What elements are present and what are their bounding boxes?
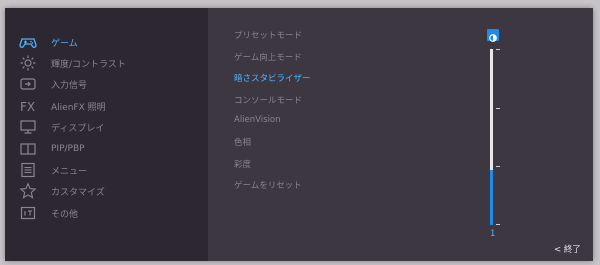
other-icon [20, 206, 36, 220]
sidebar-item-label: 入力信号 [51, 80, 88, 91]
sidebar-item-menu[interactable]: メニュー [5, 160, 208, 180]
sidebar-item-label: PIP/PBP [51, 144, 85, 154]
sidebar-item-label: その他 [51, 209, 79, 220]
submenu-item-hue[interactable]: 色相 [234, 136, 251, 148]
submenu-item-dark-stabilizer[interactable]: 暗さスタビライザー [234, 72, 311, 84]
sidebar-item-alienfx[interactable]: FX AlienFX 照明 [5, 96, 208, 116]
sidebar-item-label: ディスプレイ [51, 123, 105, 134]
sidebar-item-label: AlienFX 照明 [51, 102, 106, 113]
sidebar-item-label: メニュー [51, 166, 88, 177]
submenu-item-saturation[interactable]: 彩度 [234, 158, 251, 170]
exit-button[interactable]: < 終了 [554, 243, 581, 255]
main-menu-panel: ゲーム 輝度/コントラスト 入力信号 FX AlienFX 照明 ディスプレイ … [5, 8, 208, 261]
submenu-item-reset-game[interactable]: ゲームをリセット [234, 179, 302, 191]
submenu-item-preset-mode[interactable]: プリセットモード [234, 29, 302, 41]
slider-tick [496, 224, 500, 225]
sidebar-item-label: 輝度/コントラスト [51, 59, 126, 70]
star-icon [19, 182, 37, 199]
slider-tick [496, 108, 500, 109]
input-source-icon [20, 78, 36, 90]
menu-icon [21, 162, 35, 178]
brightness-icon [20, 55, 36, 71]
submenu-item-game-enhance-mode[interactable]: ゲーム向上モード [234, 51, 302, 63]
sidebar-item-customize[interactable]: カスタマイズ [5, 181, 208, 201]
svg-text:FX: FX [20, 100, 35, 114]
slider-tick [496, 49, 500, 50]
slider-fill [490, 170, 493, 225]
submenu-item-console-mode[interactable]: コンソールモード [234, 94, 302, 106]
dark-stabilizer-slider[interactable] [490, 49, 493, 225]
stabilizer-icon [487, 29, 499, 42]
submenu-panel: プリセットモード ゲーム向上モード 暗さスタビライザー コンソールモード Ali… [208, 8, 593, 261]
sidebar-item-display[interactable]: ディスプレイ [5, 117, 208, 137]
sidebar-item-other[interactable]: その他 [5, 203, 208, 223]
sidebar-item-input-source[interactable]: 入力信号 [5, 74, 208, 94]
sidebar-item-game[interactable]: ゲーム [5, 32, 208, 52]
monitor-icon [20, 120, 36, 134]
sidebar-item-label: カスタマイズ [51, 187, 105, 198]
sidebar-item-brightness-contrast[interactable]: 輝度/コントラスト [5, 53, 208, 73]
sidebar-item-label: ゲーム [51, 38, 78, 49]
slider-tick [496, 166, 500, 167]
submenu-item-alienvision[interactable]: AlienVision [234, 115, 281, 125]
osd-menu: ゲーム 輝度/コントラスト 入力信号 FX AlienFX 照明 ディスプレイ … [5, 8, 593, 261]
gamepad-icon [19, 38, 37, 48]
pip-icon [20, 143, 36, 155]
slider-value: 1 [490, 229, 496, 239]
fx-icon: FX [20, 100, 35, 114]
sidebar-item-pip-pbp[interactable]: PIP/PBP [5, 139, 208, 159]
